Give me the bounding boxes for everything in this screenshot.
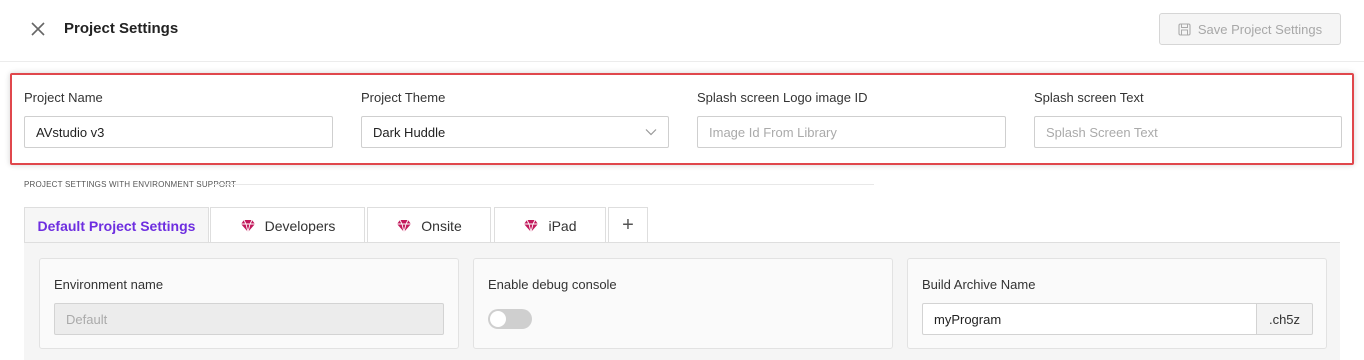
environment-name-label: Environment name bbox=[54, 277, 164, 292]
build-archive-input[interactable]: myProgram bbox=[922, 303, 1257, 335]
project-theme-select[interactable]: Dark Huddle bbox=[361, 116, 669, 148]
toggle-knob bbox=[490, 311, 506, 327]
save-project-settings-button[interactable]: Save Project Settings bbox=[1159, 13, 1341, 45]
build-archive-card: Build Archive Name myProgram .ch5z bbox=[907, 258, 1327, 349]
tab-label: iPad bbox=[548, 217, 577, 234]
project-name-input[interactable]: AVstudio v3 bbox=[24, 116, 333, 148]
save-button-label: Save Project Settings bbox=[1197, 21, 1323, 37]
add-environment-tab-button[interactable]: + bbox=[608, 207, 648, 243]
environment-name-input: Default bbox=[54, 303, 444, 335]
environment-name-placeholder: Default bbox=[66, 311, 108, 327]
tab-ipad[interactable]: iPad bbox=[494, 207, 606, 243]
splash-text-field: Splash screen Text Splash Screen Text bbox=[1034, 90, 1342, 148]
tab-label: Developers bbox=[264, 217, 336, 234]
gem-icon bbox=[240, 219, 255, 232]
save-icon bbox=[1178, 22, 1191, 36]
splash-text-input[interactable]: Splash Screen Text bbox=[1034, 116, 1342, 148]
project-theme-field: Project Theme Dark Huddle bbox=[361, 90, 669, 148]
close-icon[interactable] bbox=[28, 19, 48, 39]
tab-developers[interactable]: Developers bbox=[210, 207, 365, 243]
build-archive-label: Build Archive Name bbox=[922, 277, 1036, 292]
header-bar: Project Settings Save Project Settings bbox=[0, 0, 1364, 62]
project-theme-label: Project Theme bbox=[361, 90, 446, 105]
build-archive-value: myProgram bbox=[934, 311, 1002, 327]
chevron-down-icon bbox=[645, 129, 657, 136]
project-theme-value: Dark Huddle bbox=[373, 124, 446, 140]
section-label: PROJECT SETTINGS WITH ENVIRONMENT SUPPOR… bbox=[24, 180, 237, 189]
tab-default-project-settings[interactable]: Default Project Settings bbox=[24, 207, 209, 243]
splash-logo-label: Splash screen Logo image ID bbox=[697, 90, 868, 105]
debug-console-toggle[interactable] bbox=[488, 309, 532, 329]
gem-icon bbox=[524, 219, 539, 232]
splash-text-label: Splash screen Text bbox=[1034, 90, 1144, 105]
splash-text-placeholder: Splash Screen Text bbox=[1046, 124, 1158, 140]
plus-icon: + bbox=[622, 214, 634, 236]
debug-console-label: Enable debug console bbox=[488, 277, 617, 292]
project-name-label: Project Name bbox=[24, 90, 103, 105]
tab-onsite[interactable]: Onsite bbox=[367, 207, 491, 243]
project-name-field: Project Name AVstudio v3 bbox=[24, 90, 333, 148]
section-divider bbox=[214, 184, 874, 185]
gem-icon bbox=[397, 219, 412, 232]
splash-logo-placeholder: Image Id From Library bbox=[709, 124, 837, 140]
page-title: Project Settings bbox=[64, 20, 179, 37]
build-archive-suffix: .ch5z bbox=[1257, 303, 1313, 335]
splash-logo-input[interactable]: Image Id From Library bbox=[697, 116, 1006, 148]
environment-name-card: Environment name Default bbox=[39, 258, 459, 349]
tab-label: Onsite bbox=[421, 217, 462, 234]
tab-label: Default Project Settings bbox=[37, 217, 196, 234]
debug-console-card: Enable debug console bbox=[473, 258, 893, 349]
splash-logo-field: Splash screen Logo image ID Image Id Fro… bbox=[697, 90, 1006, 148]
project-name-value: AVstudio v3 bbox=[36, 124, 105, 140]
